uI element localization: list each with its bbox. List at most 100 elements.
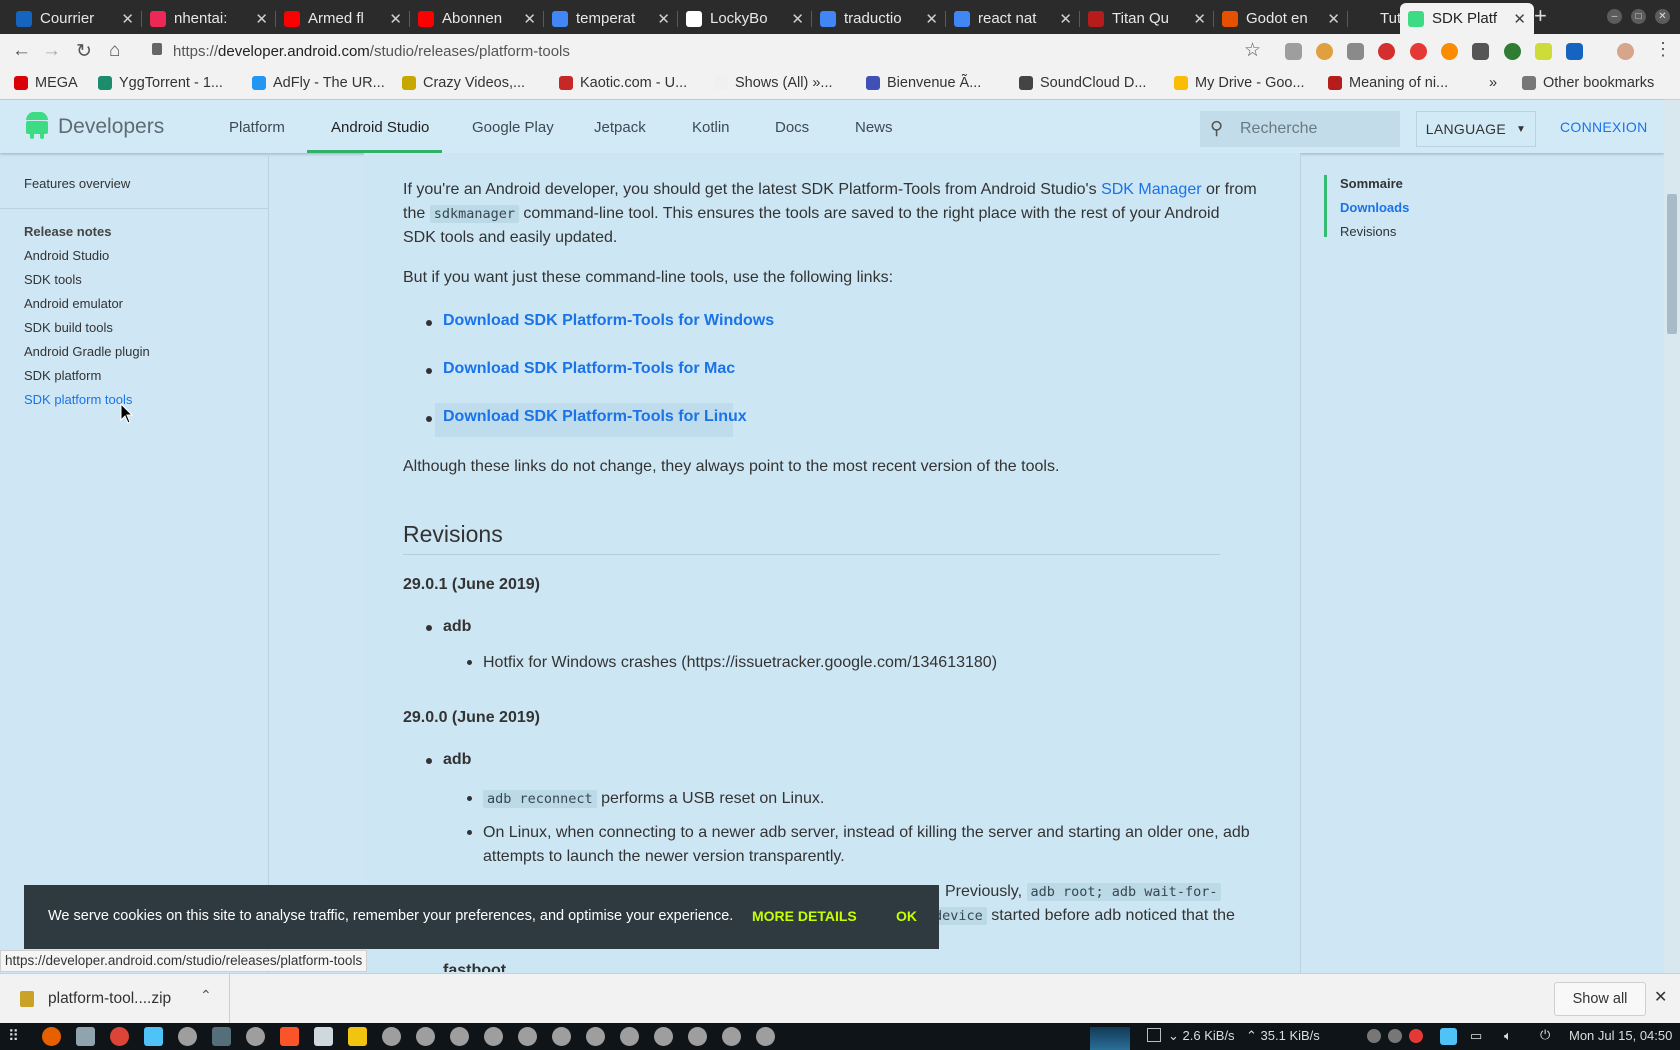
menu-icon[interactable]: ⋮ [1654,39,1672,60]
close-shelf-icon[interactable]: ✕ [1654,987,1667,1007]
close-tab-icon[interactable]: ✕ [1193,10,1206,28]
clock[interactable]: Mon Jul 15, 04:50 [1569,1028,1672,1043]
extension-picker-icon[interactable] [1472,43,1489,60]
close-tab-icon[interactable]: ✕ [657,10,670,28]
cookie-ok-button[interactable]: OK [896,908,917,924]
nav-platform[interactable]: Platform [229,119,285,136]
leftnav-item-sdk-tools[interactable]: SDK tools [24,272,82,287]
browser-tab[interactable]: Abonnen ✕ [410,3,544,34]
download-item[interactable]: platform-tool....zip ⌃ [0,974,230,1024]
bookmark-item[interactable]: AdFly - The UR... [252,75,385,91]
android-logo-icon[interactable] [24,111,50,140]
sdk-manager-link[interactable]: SDK Manager [1101,181,1202,198]
show-all-button[interactable]: Show all [1554,982,1646,1016]
close-tab-icon[interactable]: ✕ [1059,10,1072,28]
brave-icon[interactable] [280,1027,299,1046]
profile-avatar[interactable] [1617,43,1634,60]
app-menu-icon[interactable]: ⠿ [8,1027,19,1045]
close-tab-icon[interactable]: ✕ [523,10,536,28]
browser-tab[interactable]: traductio ✕ [812,3,946,34]
tray-maximize-icon[interactable] [1388,1029,1402,1043]
bookmarks-more-button[interactable]: » [1489,75,1497,91]
minimize-window-icon[interactable]: – [1607,9,1622,24]
leftnav-item-sdk-platform[interactable]: SDK platform [24,368,101,383]
gear-icon[interactable] [450,1027,469,1046]
bookmark-item[interactable]: Shows (All) »... [714,75,833,91]
leftnav-item-sdk-build-tools[interactable]: SDK build tools [24,320,113,335]
firefox-icon[interactable] [42,1027,61,1046]
power-icon[interactable]: ⏻ [1540,1027,1550,1043]
extension-square-icon[interactable] [1566,43,1583,60]
browser-tab[interactable]: react nat ✕ [946,3,1080,34]
gear-icon[interactable] [246,1027,265,1046]
back-icon[interactable]: ← [12,40,31,62]
maximize-window-icon[interactable]: □ [1631,9,1646,24]
language-button[interactable]: LANGUAGE ▼ [1416,111,1536,147]
document-icon[interactable] [314,1027,333,1046]
download-mac-link[interactable]: Download SDK Platform-Tools for Mac [443,360,735,378]
cookie-more-details-button[interactable]: MORE DETAILS [752,908,857,924]
nav-jetpack[interactable]: Jetpack [594,119,646,136]
gear-icon[interactable] [416,1027,435,1046]
leftnav-item-sdk-platform-tools[interactable]: SDK platform tools [24,392,132,407]
display-icon[interactable]: ▭ [1470,1028,1482,1044]
signin-link[interactable]: CONNEXION [1560,119,1648,135]
tray-close-icon[interactable] [1409,1029,1423,1043]
browser-tab[interactable]: temperat ✕ [544,3,678,34]
download-linux-link[interactable]: Download SDK Platform-Tools for Linux [443,408,747,426]
gear-icon[interactable] [722,1027,741,1046]
nav-android-studio[interactable]: Android Studio [331,119,429,136]
gear-icon[interactable] [518,1027,537,1046]
extension-color-icon[interactable] [1441,43,1458,60]
gear-icon[interactable] [552,1027,571,1046]
site-brand[interactable]: Developers [58,115,164,139]
scrollbar-thumb[interactable] [1667,194,1677,334]
toc-item-revisions[interactable]: Revisions [1340,224,1396,239]
bookmark-item[interactable]: Bienvenue Ã... [866,75,981,91]
tab-active[interactable]: SDK Platf ✕ [1400,3,1534,34]
chrome-icon[interactable] [110,1027,129,1046]
close-tab-icon[interactable]: ✕ [791,10,804,28]
home-icon[interactable]: ⌂ [109,40,120,62]
browser-tab[interactable]: Godot en ✕ [1214,3,1348,34]
volume-icon[interactable]: 🔈︎ [1504,1028,1512,1044]
lock-icon[interactable] [152,43,162,55]
nav-news[interactable]: News [855,119,893,136]
gear-icon[interactable] [688,1027,707,1046]
extension-block-icon[interactable] [1410,43,1427,60]
x-app-icon[interactable] [144,1027,163,1046]
files-icon[interactable] [76,1027,95,1046]
page-scrollbar[interactable] [1664,100,1680,973]
bookmark-item[interactable]: MEGA [14,75,78,91]
gear-icon[interactable] [586,1027,605,1046]
search-box[interactable]: ⚲ Recherche [1200,111,1400,147]
extension-mail-icon[interactable] [1347,43,1364,60]
gear-icon[interactable] [654,1027,673,1046]
forward-icon[interactable]: → [42,40,61,62]
close-tab-icon[interactable]: ✕ [1513,10,1526,28]
close-window-icon[interactable]: ✕ [1655,9,1670,24]
nav-docs[interactable]: Docs [775,119,809,136]
new-tab-button[interactable]: + [1534,3,1547,29]
extension-globe-icon[interactable] [1504,43,1521,60]
close-tab-icon[interactable]: ✕ [1327,10,1340,28]
nav-kotlin[interactable]: Kotlin [692,119,730,136]
gear-icon[interactable] [382,1027,401,1046]
other-bookmarks[interactable]: Other bookmarks [1522,75,1654,91]
browser-tab[interactable]: nhentai: ✕ [142,3,276,34]
bookmark-star-icon[interactable]: ☆ [1244,39,1261,62]
leftnav-item-android-emulator[interactable]: Android emulator [24,296,123,311]
leftnav-item-android-studio[interactable]: Android Studio [24,248,109,263]
bookmark-item[interactable]: YggTorrent - 1... [98,75,223,91]
browser-tab[interactable]: LockyBo ✕ [678,3,812,34]
close-tab-icon[interactable]: ✕ [121,10,134,28]
bookmark-item[interactable]: Crazy Videos,... [402,75,525,91]
nav-google-play[interactable]: Google Play [472,119,554,136]
browser-tab[interactable]: Armed fl ✕ [276,3,410,34]
bookmark-item[interactable]: Meaning of ni... [1328,75,1448,91]
chevron-up-icon[interactable]: ⌃ [200,987,212,1004]
download-windows-link[interactable]: Download SDK Platform-Tools for Windows [443,312,774,330]
gear-icon[interactable] [756,1027,775,1046]
leftnav-features-overview[interactable]: Features overview [24,176,130,191]
browser-tab[interactable]: Courrier ✕ [8,3,142,34]
